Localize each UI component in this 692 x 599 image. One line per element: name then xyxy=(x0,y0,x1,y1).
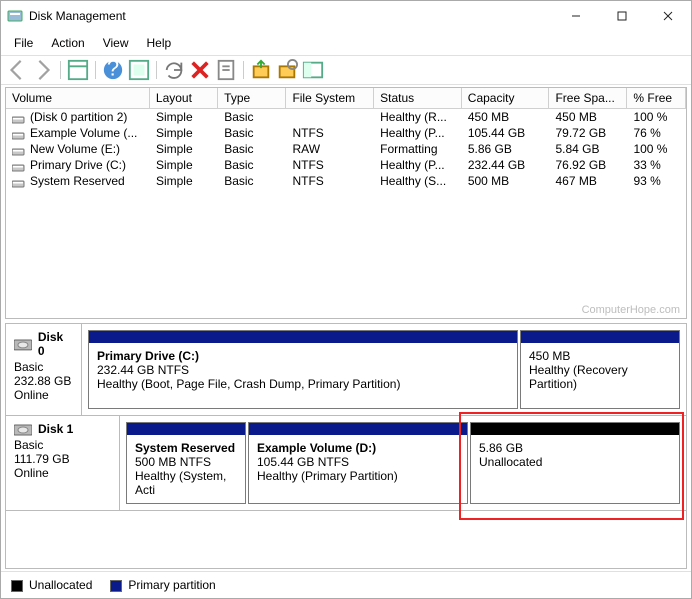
maximize-button[interactable] xyxy=(599,1,645,31)
volume-icon xyxy=(12,129,26,139)
col-volume[interactable]: Volume xyxy=(6,88,150,108)
col-layout[interactable]: Layout xyxy=(150,88,218,108)
column-headers: Volume Layout Type File System Status Ca… xyxy=(6,88,686,109)
partition[interactable]: 5.86 GBUnallocated xyxy=(470,422,680,504)
delete-button[interactable] xyxy=(188,59,212,81)
disk-icon xyxy=(14,337,32,351)
partition-body: Example Volume (D:)105.44 GB NTFSHealthy… xyxy=(249,435,467,503)
swatch-black-icon xyxy=(11,580,23,592)
partition[interactable]: Primary Drive (C:)232.44 GB NTFSHealthy … xyxy=(88,330,518,409)
menu-action[interactable]: Action xyxy=(42,33,93,53)
properties-button[interactable] xyxy=(214,59,238,81)
menu-view[interactable]: View xyxy=(94,33,138,53)
partition[interactable]: Example Volume (D:)105.44 GB NTFSHealthy… xyxy=(248,422,468,504)
volume-icon xyxy=(12,161,26,171)
partition[interactable]: System Reserved500 MB NTFSHealthy (Syste… xyxy=(126,422,246,504)
show-hide-button[interactable] xyxy=(66,59,90,81)
minimize-button[interactable] xyxy=(553,1,599,31)
forward-button[interactable] xyxy=(31,59,55,81)
partition-bar xyxy=(127,423,245,435)
partition-body: System Reserved500 MB NTFSHealthy (Syste… xyxy=(127,435,245,503)
volume-list: Volume Layout Type File System Status Ca… xyxy=(5,87,687,319)
table-row[interactable]: System ReservedSimpleBasicNTFSHealthy (S… xyxy=(6,173,686,189)
toolbar-separator xyxy=(95,61,96,79)
menu-file[interactable]: File xyxy=(5,33,42,53)
swatch-blue-icon xyxy=(110,580,122,592)
toolbar-separator xyxy=(60,61,61,79)
disk-partitions: Primary Drive (C:)232.44 GB NTFSHealthy … xyxy=(82,324,686,415)
volume-icon xyxy=(12,177,26,187)
legend-unallocated: Unallocated xyxy=(11,578,92,592)
table-row[interactable]: Example Volume (...SimpleBasicNTFSHealth… xyxy=(6,125,686,141)
app-icon xyxy=(7,8,23,24)
title-bar: Disk Management xyxy=(1,1,691,31)
disk-graphical-view: Disk 0Basic232.88 GBOnlinePrimary Drive … xyxy=(5,323,687,569)
toolbar-separator xyxy=(243,61,244,79)
back-button[interactable] xyxy=(5,59,29,81)
table-row[interactable]: Primary Drive (C:)SimpleBasicNTFSHealthy… xyxy=(6,157,686,173)
legend-primary: Primary partition xyxy=(110,578,215,592)
col-capacity[interactable]: Capacity xyxy=(462,88,550,108)
action1-button[interactable] xyxy=(249,59,273,81)
disk-partitions: System Reserved500 MB NTFSHealthy (Syste… xyxy=(120,416,686,510)
partition-body: Primary Drive (C:)232.44 GB NTFSHealthy … xyxy=(89,343,517,408)
partition-bar xyxy=(521,331,679,343)
disk-row: Disk 0Basic232.88 GBOnlinePrimary Drive … xyxy=(6,324,686,416)
watermark: ComputerHope.com xyxy=(582,304,680,316)
disk-icon xyxy=(14,422,32,436)
close-button[interactable] xyxy=(645,1,691,31)
volume-icon xyxy=(12,145,26,155)
col-type[interactable]: Type xyxy=(218,88,286,108)
settings-button[interactable] xyxy=(127,59,151,81)
partition-bar xyxy=(249,423,467,435)
disk-row: Disk 1Basic111.79 GBOnlineSystem Reserve… xyxy=(6,416,686,511)
menu-bar: File Action View Help xyxy=(1,31,691,56)
col-status[interactable]: Status xyxy=(374,88,462,108)
partition-bar xyxy=(471,423,679,435)
disk-info[interactable]: Disk 0Basic232.88 GBOnline xyxy=(6,324,82,415)
toolbar-separator xyxy=(156,61,157,79)
svg-text:?: ? xyxy=(107,59,119,81)
volume-rows: (Disk 0 partition 2)SimpleBasicHealthy (… xyxy=(6,109,686,189)
refresh-button[interactable] xyxy=(162,59,186,81)
toolbar: ? xyxy=(1,56,691,85)
partition[interactable]: 450 MBHealthy (Recovery Partition) xyxy=(520,330,680,409)
col-pctfree[interactable]: % Free xyxy=(627,88,686,108)
partition-bar xyxy=(89,331,517,343)
menu-help[interactable]: Help xyxy=(138,33,181,53)
volume-icon xyxy=(12,113,26,123)
partition-body: 450 MBHealthy (Recovery Partition) xyxy=(521,343,679,408)
disk-info[interactable]: Disk 1Basic111.79 GBOnline xyxy=(6,416,120,510)
partition-body: 5.86 GBUnallocated xyxy=(471,435,679,503)
action2-button[interactable] xyxy=(275,59,299,81)
window-title: Disk Management xyxy=(29,9,553,23)
col-free[interactable]: Free Spa... xyxy=(549,88,627,108)
col-filesystem[interactable]: File System xyxy=(286,88,374,108)
help-button[interactable]: ? xyxy=(101,59,125,81)
legend: Unallocated Primary partition xyxy=(1,571,691,598)
action3-button[interactable] xyxy=(301,59,325,81)
table-row[interactable]: New Volume (E:)SimpleBasicRAWFormatting5… xyxy=(6,141,686,157)
table-row[interactable]: (Disk 0 partition 2)SimpleBasicHealthy (… xyxy=(6,109,686,125)
